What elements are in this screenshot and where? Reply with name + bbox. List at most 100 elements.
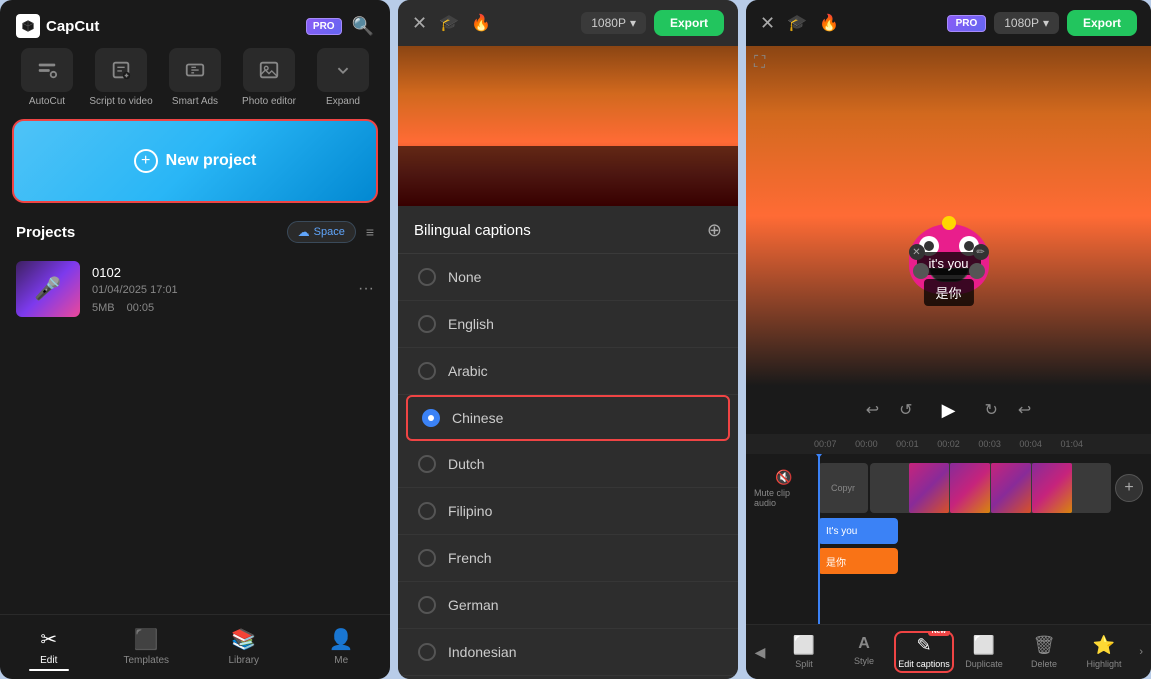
ruler-mark-1: 00:00 bbox=[855, 439, 878, 449]
edit-nav-icon: ✂ bbox=[40, 627, 57, 652]
play-button[interactable]: ▶ bbox=[933, 394, 965, 426]
caption-handle-right[interactable] bbox=[969, 263, 985, 279]
space-badge[interactable]: ☁ Space bbox=[287, 221, 356, 243]
toolbar-split[interactable]: ⬜ Split bbox=[774, 631, 834, 673]
duplicate-icon: ⬜ bbox=[973, 635, 995, 656]
close-button[interactable]: ✕ bbox=[412, 13, 427, 34]
lang-german[interactable]: German bbox=[398, 582, 738, 629]
video-bg-mid bbox=[398, 46, 738, 206]
lang-dutch-label: Dutch bbox=[448, 456, 485, 472]
tool-autocut[interactable]: AutoCut bbox=[12, 48, 82, 107]
me-nav-icon: 👤 bbox=[329, 627, 354, 652]
expand-video-icon[interactable]: ⛶ bbox=[754, 54, 765, 72]
mute-audio-label: Mute clip audio bbox=[754, 488, 814, 508]
ruler-mark-3: 00:02 bbox=[937, 439, 960, 449]
lang-french[interactable]: French bbox=[398, 535, 738, 582]
caption-english[interactable]: ✕ ✏ it's you bbox=[916, 252, 980, 275]
toolbar-duplicate[interactable]: ⬜ Duplicate bbox=[954, 631, 1014, 673]
lang-indonesian[interactable]: Indonesian bbox=[398, 629, 738, 676]
add-clip-button[interactable]: + bbox=[1115, 474, 1143, 502]
toolbar-more[interactable]: › bbox=[1131, 646, 1151, 658]
clip-video[interactable] bbox=[870, 463, 1111, 513]
lang-none[interactable]: None bbox=[398, 254, 738, 301]
sort-icon[interactable]: ≡ bbox=[366, 224, 374, 240]
caption-chinese[interactable]: 是你 bbox=[923, 279, 973, 306]
thumb-1 bbox=[909, 463, 949, 513]
tool-smartads[interactable]: Smart Ads bbox=[160, 48, 230, 107]
project-item[interactable]: 🎤 0102 01/04/2025 17:01 5MB 00:05 ··· bbox=[0, 253, 390, 325]
radio-none bbox=[418, 268, 436, 286]
ruler-mark-5: 00:04 bbox=[1019, 439, 1042, 449]
right-close-button[interactable]: ✕ bbox=[760, 13, 775, 34]
resolution-label-mid: 1080P bbox=[591, 16, 626, 30]
export-button-mid[interactable]: Export bbox=[654, 10, 724, 36]
lang-filipino[interactable]: Filipino bbox=[398, 488, 738, 535]
caption-handle-left[interactable] bbox=[912, 263, 928, 279]
captions-sort-icon[interactable]: ⊕ bbox=[707, 220, 722, 241]
lang-filipino-label: Filipino bbox=[448, 503, 492, 519]
thumb-3 bbox=[991, 463, 1031, 513]
caption-delete-icon[interactable]: ✕ bbox=[908, 244, 924, 260]
playhead[interactable] bbox=[818, 454, 820, 624]
nav-me[interactable]: 👤 Me bbox=[293, 623, 391, 675]
new-project-label: New project bbox=[166, 152, 257, 170]
captions-panel: Bilingual captions ⊕ None English Arabic… bbox=[398, 206, 738, 679]
style-label: Style bbox=[854, 656, 874, 666]
nav-edit[interactable]: ✂ Edit bbox=[0, 623, 98, 675]
project-thumbnail: 🎤 bbox=[16, 261, 80, 317]
resolution-button-right[interactable]: 1080P ▾ bbox=[994, 12, 1059, 34]
tool-script[interactable]: Script to video bbox=[86, 48, 156, 107]
script-icon bbox=[95, 48, 147, 92]
space-label: Space bbox=[314, 226, 345, 238]
new-project-button[interactable]: + New project bbox=[134, 149, 257, 173]
toolbar-toggle[interactable]: ◀ bbox=[746, 638, 774, 666]
rewind-icon[interactable]: ↩ bbox=[866, 400, 879, 420]
monster-antenna bbox=[942, 216, 956, 230]
ruler-time-right: 01:04 bbox=[1060, 439, 1083, 449]
forward-icon[interactable]: ↩ bbox=[1018, 400, 1031, 420]
search-icon[interactable]: 🔍 bbox=[352, 16, 374, 37]
right-controls: ↩ ↺ ▶ ↻ ↩ bbox=[746, 386, 1151, 434]
toolbar-highlight[interactable]: ⭐ Highlight bbox=[1074, 631, 1131, 673]
project-name: 0102 bbox=[92, 265, 346, 280]
nav-underline bbox=[29, 669, 69, 671]
middle-panel: ✕ 🎓 🔥 1080P ▾ Export Bilingual captions … bbox=[398, 0, 738, 679]
next-frame-icon[interactable]: ↻ bbox=[985, 400, 998, 420]
lang-german-label: German bbox=[448, 597, 499, 613]
project-thumb-image: 🎤 bbox=[16, 261, 80, 317]
toolbar-delete[interactable]: 🗑 Delete bbox=[1014, 631, 1074, 673]
caption-clip-zh[interactable]: 是你 bbox=[818, 548, 898, 574]
split-icon: ⬜ bbox=[793, 635, 815, 656]
new-project-area[interactable]: + New project bbox=[12, 119, 378, 203]
mute-audio-icon[interactable]: 🔇 bbox=[775, 469, 792, 486]
export-button-right[interactable]: Export bbox=[1067, 10, 1137, 36]
radio-dutch bbox=[418, 455, 436, 473]
clip-text[interactable]: Copyr bbox=[818, 463, 868, 513]
resolution-button-mid[interactable]: 1080P ▾ bbox=[581, 12, 646, 34]
toolbar-edit-captions[interactable]: New ✎ Edit captions bbox=[894, 631, 954, 673]
tool-expand[interactable]: Expand bbox=[308, 48, 378, 107]
prev-frame-icon[interactable]: ↺ bbox=[899, 400, 912, 420]
lang-dutch[interactable]: Dutch bbox=[398, 441, 738, 488]
video-clips: Copyr bbox=[818, 463, 1111, 513]
nav-library[interactable]: 📚 Library bbox=[195, 623, 293, 675]
timeline-tracks: 🔇 Mute clip audio Copyr bbox=[746, 454, 1151, 624]
caption-edit-icon[interactable]: ✏ bbox=[973, 244, 989, 260]
nav-templates[interactable]: ⬛ Templates bbox=[98, 623, 196, 675]
caption-clip-en[interactable]: It's you bbox=[818, 518, 898, 544]
capcut-logo-icon bbox=[16, 14, 40, 38]
photo-label: Photo editor bbox=[242, 96, 296, 107]
project-menu-icon[interactable]: ··· bbox=[358, 280, 374, 298]
photo-icon bbox=[243, 48, 295, 92]
capcut-name: CapCut bbox=[46, 18, 99, 35]
toolbar-style[interactable]: A Style bbox=[834, 631, 894, 673]
split-label: Split bbox=[795, 659, 813, 669]
caption-spacer bbox=[754, 518, 814, 588]
tool-photo[interactable]: Photo editor bbox=[234, 48, 304, 107]
lang-arabic[interactable]: Arabic bbox=[398, 348, 738, 395]
autocut-icon bbox=[21, 48, 73, 92]
lang-chinese[interactable]: Chinese bbox=[406, 395, 730, 441]
caption-clip-zh-text: 是你 bbox=[826, 554, 846, 569]
smartads-label: Smart Ads bbox=[172, 96, 218, 107]
lang-english[interactable]: English bbox=[398, 301, 738, 348]
